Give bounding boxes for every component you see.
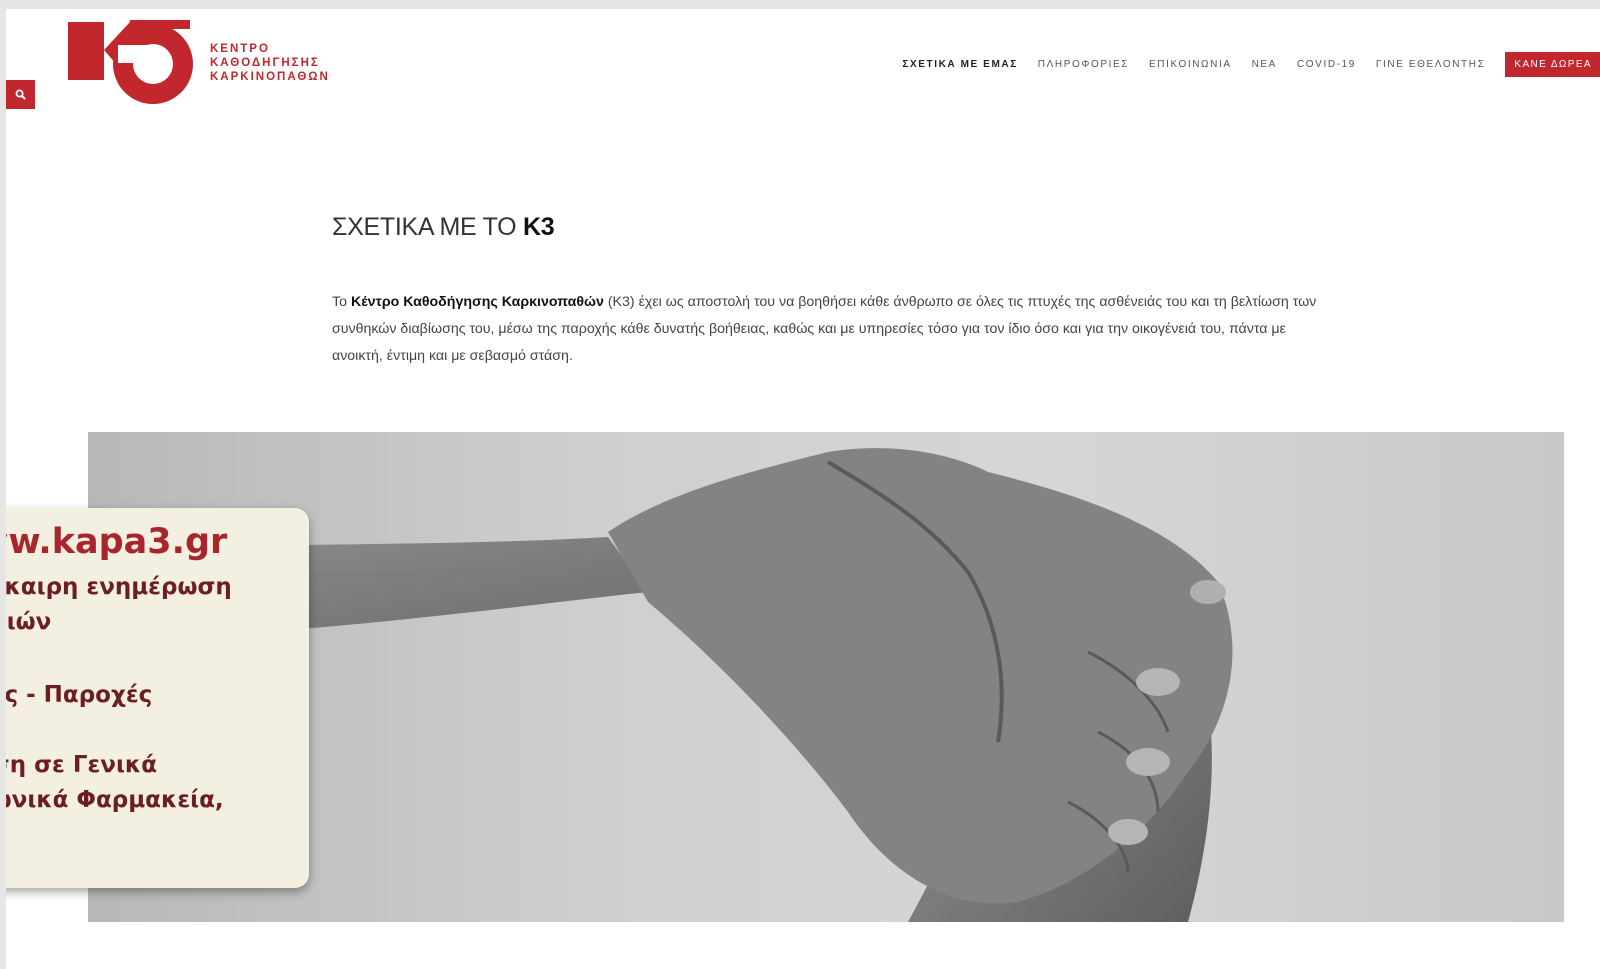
popup-line: εσιών: [6, 609, 52, 635]
logo-line: ΚΑΡΚΙΝΟΠΑΘΩΝ: [210, 71, 330, 83]
logo-text: ΚΕΝΤΡΟ ΚΑΘΟΔΗΓΗΣΗΣ ΚΑΡΚΙΝΟΠΑΘΩΝ: [210, 42, 330, 84]
nav-item-about[interactable]: ΣΧΕΤΙΚΑ ΜΕ ΕΜΑΣ: [902, 59, 1017, 70]
popup-line: γές - Παροχές: [6, 682, 153, 708]
nav-item-news[interactable]: ΝΕΑ: [1252, 59, 1277, 70]
popup-line: αση σε Γενικά: [6, 752, 158, 778]
search-button[interactable]: [6, 80, 35, 109]
popup-url[interactable]: ww.kapa3.gr: [6, 522, 227, 562]
nav-item-volunteer[interactable]: ΓΙΝΕ ΕΘΕΛΟΝΤΗΣ: [1376, 59, 1485, 70]
hero-image: [88, 432, 1564, 922]
text-bold: Κέντρο Καθοδήγησης Καρκινοπαθών: [350, 294, 604, 310]
logo-line: ΚΕΝΤΡΟ: [210, 43, 270, 55]
popup-line: έγκαιρη ενημέρωση: [6, 574, 232, 600]
main-nav: ΣΧΕΤΙΚΑ ΜΕ ΕΜΑΣ ΠΛΗΡΟΦΟΡΙΕΣ ΕΠΙΚΟΙΝΩΝΙΑ …: [902, 52, 1600, 77]
nav-item-info[interactable]: ΠΛΗΡΟΦΟΡΙΕΣ: [1038, 59, 1129, 70]
popup-line: νωνικά Φαρμακεία,: [6, 787, 224, 813]
title-bold: K3: [522, 213, 555, 241]
nav-item-covid[interactable]: COVID-19: [1297, 59, 1356, 70]
page: ΚΕΝΤΡΟ ΚΑΘΟΔΗΓΗΣΗΣ ΚΑΡΚΙΝΟΠΑΘΩΝ ΣΧΕΤΙΚΑ …: [6, 9, 1600, 969]
promo-popup[interactable]: ww.kapa3.gr έγκαιρη ενημέρωση εσιών γές …: [6, 508, 309, 888]
logo[interactable]: ΚΕΝΤΡΟ ΚΑΘΟΔΗΓΗΣΗΣ ΚΑΡΚΙΝΟΠΑΘΩΝ: [68, 20, 358, 110]
search-icon: [15, 89, 26, 100]
about-paragraph: Το Κέντρο Καθοδήγησης Καρκινοπαθών (K3) …: [332, 289, 1337, 370]
k3-logo-mark: [68, 20, 193, 104]
page-title: ΣΧΕΤΙΚΑ ΜΕ ΤΟ K3: [332, 213, 555, 242]
nav-item-contact[interactable]: ΕΠΙΚΟΙΝΩΝΙΑ: [1149, 59, 1232, 70]
donate-button[interactable]: ΚΑΝΕ ΔΩΡΕΑ: [1505, 52, 1600, 77]
text-prefix: Το: [332, 294, 347, 310]
title-light: ΣΧΕΤΙΚΑ ΜΕ ΤΟ: [332, 213, 517, 241]
clasped-hands-photo: [88, 448, 1233, 922]
logo-line: ΚΑΘΟΔΗΓΗΣΗΣ: [210, 57, 320, 69]
